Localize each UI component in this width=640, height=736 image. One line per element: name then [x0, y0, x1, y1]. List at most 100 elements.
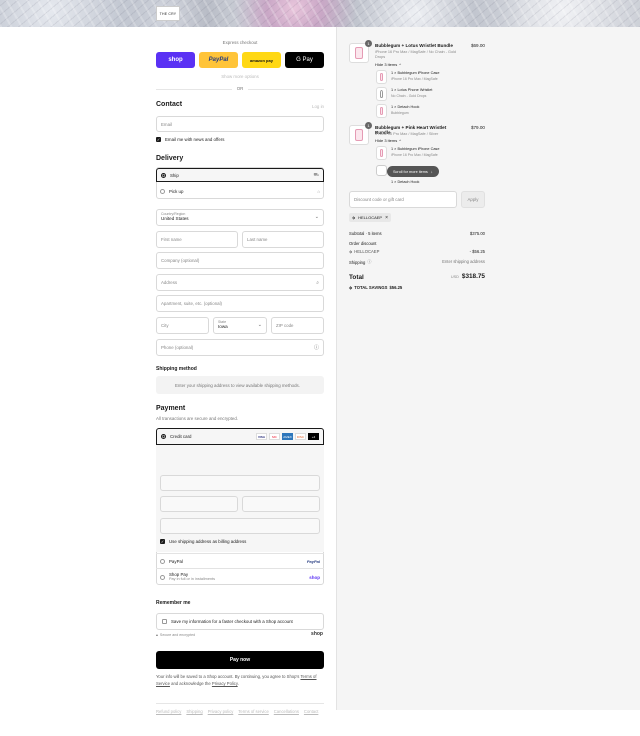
- email-field[interactable]: Email: [156, 116, 324, 132]
- subitem-title: 1 × Bubblegum iPhone Case: [391, 147, 440, 151]
- address-field[interactable]: Address ⌕: [156, 274, 324, 291]
- chevron-down-icon: ⌄: [314, 214, 319, 220]
- pickup-label: Pick up: [169, 188, 184, 194]
- pickup-radio[interactable]: [160, 188, 165, 194]
- help-icon[interactable]: ⓘ: [367, 259, 371, 265]
- credit-card-radio[interactable]: [161, 434, 166, 439]
- or-label: OR: [232, 86, 248, 91]
- store-logo[interactable]: THE CRY: [156, 6, 180, 21]
- save-info-label: Save my information for a faster checkou…: [171, 619, 293, 624]
- show-more-options-link[interactable]: Show more options: [156, 74, 324, 79]
- news-checkbox-row[interactable]: ✓ Email me with news and offers: [156, 137, 224, 142]
- paypal-radio[interactable]: [160, 558, 165, 564]
- subitem-thumbnail: [376, 104, 387, 118]
- item-variant: iPhone 16 Pro Max / MagSafe / Silver: [375, 132, 439, 136]
- city-field[interactable]: City: [156, 317, 209, 334]
- login-link[interactable]: Log in: [312, 104, 324, 109]
- ship-radio[interactable]: [161, 172, 166, 178]
- privacy-policy-link[interactable]: Privacy policy: [208, 708, 234, 716]
- tag-icon: ⬗: [352, 215, 356, 220]
- remove-code-icon[interactable]: ×: [385, 215, 388, 221]
- savings-label: TOTAL SAVINGS: [354, 285, 388, 290]
- card-brands: VISA MC AMEX DISC +4: [256, 433, 319, 440]
- first-name-field[interactable]: First name: [156, 231, 238, 248]
- total-savings: ⬗ TOTAL SAVINGS $56.25: [349, 285, 402, 290]
- subitem-thumbnail: [376, 87, 387, 101]
- checkmark-icon[interactable]: ✓: [160, 539, 165, 544]
- privacy-link[interactable]: Privacy Policy: [212, 681, 238, 686]
- zip-field[interactable]: ZIP code: [271, 317, 324, 334]
- item-variant: iPhone 16 Pro Max / MagSafe / No Chain -…: [375, 50, 457, 60]
- billing-same-label: Use shipping address as billing address: [169, 539, 247, 544]
- apartment-field[interactable]: Apartment, suite, etc. (optional): [156, 295, 324, 312]
- remember-me-heading: Remember me: [156, 600, 191, 606]
- billing-same-row[interactable]: ✓ Use shipping address as billing addres…: [160, 539, 246, 544]
- secure-note: 🔒︎ Secure and encrypted: [156, 633, 195, 637]
- hide-items-toggle[interactable]: Hide 3 items ^: [375, 62, 401, 67]
- quantity-badge: 1: [365, 40, 372, 47]
- state-select[interactable]: State Iowa ⌄: [213, 317, 267, 334]
- shoppay-radio[interactable]: [160, 574, 165, 580]
- ship-option[interactable]: Ship ⛟: [156, 168, 324, 182]
- paypal-logo-icon: PayPal: [306, 558, 320, 564]
- discount-field[interactable]: Discount code or gift card: [349, 191, 457, 208]
- name-on-card-field[interactable]: [160, 518, 320, 534]
- refund-policy-link[interactable]: Refund policy: [156, 708, 181, 716]
- ship-label: Ship: [170, 172, 179, 178]
- pickup-option[interactable]: Pick up ⌂: [156, 184, 324, 198]
- save-info-row[interactable]: Save my information for a faster checkou…: [156, 613, 324, 630]
- shoppay-option[interactable]: Shop Pay Pay in full or in installments …: [156, 568, 324, 585]
- scroll-more-pill[interactable]: Scroll for more items ↓: [387, 166, 439, 177]
- help-icon[interactable]: ⓘ: [314, 344, 319, 351]
- expiry-field[interactable]: [160, 496, 238, 512]
- delivery-heading: Delivery: [156, 155, 184, 162]
- chevron-up-icon: ^: [399, 138, 402, 143]
- save-info-checkbox[interactable]: [162, 619, 167, 624]
- google-pay-button[interactable]: G Pay: [285, 52, 324, 68]
- paypal-button[interactable]: PayPal: [199, 52, 238, 68]
- phone-field[interactable]: Phone (optional) ⓘ: [156, 339, 324, 356]
- item-price: $69.00: [470, 43, 485, 48]
- footer-links: Refund policy Shipping Privacy policy Te…: [156, 708, 324, 716]
- card-number-field[interactable]: [160, 475, 320, 491]
- shop-logo-icon: shop: [309, 574, 320, 580]
- pay-now-button[interactable]: Pay now: [156, 651, 324, 669]
- hide-items-label: Hide 3 items: [375, 138, 398, 143]
- subitem-title: 1 × Bubblegum iPhone Case: [391, 71, 440, 75]
- paypal-option[interactable]: PayPal PayPal: [156, 553, 324, 568]
- apply-button[interactable]: Apply: [461, 191, 485, 208]
- total-label: Total: [349, 274, 364, 281]
- security-code-field[interactable]: [242, 496, 320, 512]
- credit-card-option[interactable]: Credit card VISA MC AMEX DISC +4: [156, 428, 324, 445]
- contact-link[interactable]: Contact: [304, 708, 318, 716]
- checkmark-icon[interactable]: ✓: [156, 137, 161, 142]
- payment-heading: Payment: [156, 405, 186, 412]
- shoppay-text: Shop Pay Pay in full or in installments: [169, 572, 215, 583]
- company-field[interactable]: Company (optional): [156, 252, 324, 269]
- item-title: Bubblegum + Lotus Wristlet Bundle: [375, 43, 453, 48]
- summary-content: 1 Bubblegum + Lotus Wristlet Bundle $69.…: [349, 27, 485, 710]
- last-name-field[interactable]: Last name: [242, 231, 324, 248]
- amazon-pay-button[interactable]: amazon pay: [242, 52, 281, 68]
- currency-code: USD: [450, 274, 459, 279]
- shipping-label: Shipping: [349, 259, 366, 265]
- subitem-title: 1 × Detach Hook: [391, 105, 420, 109]
- express-checkout-title: Express checkout: [222, 40, 258, 45]
- more-cards-badge: +4: [308, 433, 319, 440]
- total-amount: USD $318.75: [451, 273, 485, 280]
- visa-icon: VISA: [256, 433, 267, 440]
- shipping-link[interactable]: Shipping: [186, 708, 202, 716]
- shipping-value: Enter shipping address: [442, 259, 485, 264]
- scroll-fade: [349, 183, 485, 187]
- discover-icon: DISC: [295, 433, 306, 440]
- hide-items-toggle[interactable]: Hide 3 items ^: [375, 138, 401, 143]
- country-select[interactable]: Country/Region United States ⌄: [156, 209, 324, 226]
- terms-of-service-link[interactable]: Terms of service: [238, 708, 268, 716]
- subitem-variant: iPhone 16 Pro Max / MagSafe: [391, 77, 438, 81]
- subtotal-value: $375.00: [469, 231, 485, 236]
- cancellations-link[interactable]: Cancellations: [274, 708, 299, 716]
- subitem-variant: No Chain - Gold Drops: [391, 94, 427, 98]
- shop-pay-button[interactable]: shop: [156, 52, 195, 68]
- store-icon: ⌂: [317, 188, 320, 194]
- search-icon: ⌕: [316, 279, 319, 286]
